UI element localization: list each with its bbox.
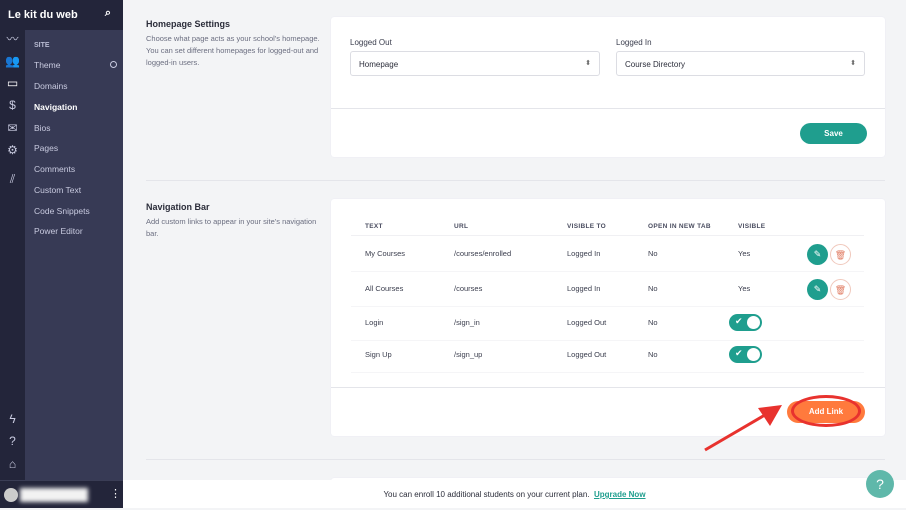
sidebar-item-theme[interactable]: Theme — [34, 60, 60, 70]
sidebar-item-pages[interactable]: Pages — [34, 143, 58, 153]
delete-button[interactable]: 🗑 — [830, 279, 851, 300]
cell-visible-to: Logged Out — [567, 350, 607, 359]
cell-visible: Yes — [738, 284, 751, 293]
logged-in-select[interactable]: Course Directory ⬍ — [616, 51, 865, 76]
avatar — [4, 488, 18, 502]
column-header: URL — [454, 223, 469, 230]
analytics-icon[interactable]: 〰 — [5, 32, 20, 47]
cell-url: /courses — [454, 284, 483, 293]
cell-new-tab: No — [648, 350, 658, 359]
visible-toggle[interactable]: ✔ — [729, 346, 762, 363]
sidebar-item-bios[interactable]: Bios — [34, 123, 51, 133]
edit-button[interactable]: ✎ — [807, 279, 828, 300]
sales-icon[interactable]: $ — [5, 98, 20, 113]
sidebar-item-power-editor[interactable]: Power Editor — [34, 226, 83, 236]
navigation-card: TEXT URL VISIBLE TO OPEN IN NEW TAB VISI… — [331, 199, 885, 436]
cell-text: My Courses — [365, 249, 406, 258]
logged-out-label: Logged Out — [350, 38, 392, 47]
check-icon: ✔ — [735, 316, 743, 326]
cell-url: /sign_in — [454, 318, 480, 327]
row-divider — [351, 372, 864, 373]
divider — [351, 235, 864, 236]
lightning-icon[interactable]: ϟ — [5, 412, 20, 427]
sidebar-section-label: SITE — [34, 42, 50, 49]
logged-in-label: Logged In — [616, 38, 652, 47]
save-button[interactable]: Save — [800, 123, 867, 144]
app-header: Le kit du web ⌕ — [0, 0, 123, 30]
email-icon[interactable]: ✉ — [5, 121, 20, 136]
section-description: Choose what page acts as your school's h… — [146, 34, 320, 67]
library-icon[interactable]: ⫽ — [5, 172, 20, 187]
edit-icon: ✎ — [813, 284, 822, 294]
section-title: Navigation Bar — [146, 202, 210, 212]
site-icon[interactable]: ▭ — [5, 76, 20, 91]
column-header: TEXT — [365, 223, 383, 230]
help-icon[interactable]: ? — [5, 434, 20, 449]
annotation-circle — [791, 395, 861, 427]
edit-icon: ✎ — [813, 249, 822, 259]
more-icon[interactable]: ⋮ — [110, 487, 121, 500]
edit-button[interactable]: ✎ — [807, 244, 828, 265]
graduation-icon[interactable]: ⌂ — [5, 457, 20, 472]
homepage-card: Logged Out Homepage ⬍ Logged In Course Di… — [331, 17, 885, 157]
cell-new-tab: No — [648, 249, 658, 258]
footer-message: You can enroll 10 additional students on… — [383, 490, 590, 499]
search-icon[interactable]: ⌕ — [105, 7, 111, 20]
divider — [146, 180, 885, 181]
visible-toggle[interactable]: ✔ — [729, 314, 762, 331]
cell-text: All Courses — [365, 284, 404, 293]
cell-text: Sign Up — [365, 350, 392, 359]
settings-icon[interactable]: ⚙ — [5, 143, 20, 158]
logged-out-select[interactable]: Homepage ⬍ — [350, 51, 600, 76]
sidebar-item-domains[interactable]: Domains — [34, 81, 68, 91]
column-header: VISIBLE — [738, 223, 766, 230]
row-divider — [351, 271, 864, 272]
sidebar-item-navigation[interactable]: Navigation — [34, 102, 77, 112]
section-title: Homepage Settings — [146, 19, 231, 29]
users-icon[interactable]: 👥 — [5, 54, 20, 69]
cell-url: /courses/enrolled — [454, 249, 512, 258]
divider — [331, 108, 885, 109]
cell-visible: Yes — [738, 249, 751, 258]
sidebar-item-comments[interactable]: Comments — [34, 164, 75, 174]
annotation-arrow — [704, 405, 782, 452]
delete-button[interactable]: 🗑 — [830, 244, 851, 265]
column-header: OPEN IN NEW TAB — [648, 223, 711, 230]
cell-visible-to: Logged In — [567, 284, 601, 293]
check-icon: ✔ — [735, 348, 743, 358]
cell-text: Login — [365, 318, 384, 327]
cell-new-tab: No — [648, 318, 658, 327]
sidebar — [25, 30, 123, 480]
trash-icon: 🗑 — [834, 285, 847, 295]
user-menu[interactable]: ⋮ — [0, 480, 123, 508]
divider — [146, 459, 885, 460]
cell-visible-to: Logged Out — [567, 318, 607, 327]
trash-icon: 🗑 — [834, 250, 847, 260]
cell-new-tab: No — [648, 284, 658, 293]
cell-visible-to: Logged In — [567, 249, 601, 258]
help-button[interactable]: ? — [866, 470, 894, 498]
sidebar-item-custom-text[interactable]: Custom Text — [34, 185, 81, 195]
status-circle-icon — [110, 61, 117, 68]
select-caret-icon: ⬍ — [850, 60, 856, 67]
app-title: Le kit du web — [8, 9, 78, 21]
sidebar-item-code-snippets[interactable]: Code Snippets — [34, 206, 90, 216]
upgrade-link[interactable]: Upgrade Now — [594, 490, 646, 499]
selected-value: Course Directory — [625, 60, 686, 69]
row-divider — [351, 306, 864, 307]
selected-value: Homepage — [359, 60, 399, 69]
divider — [331, 387, 885, 388]
cell-url: /sign_up — [454, 350, 483, 359]
footer-banner: You can enroll 10 additional students on… — [123, 480, 906, 508]
select-caret-icon: ⬍ — [585, 60, 591, 67]
section-description: Add custom links to appear in your site'… — [146, 217, 317, 238]
column-header: VISIBLE TO — [567, 223, 606, 230]
row-divider — [351, 340, 864, 341]
blurred-username — [20, 488, 88, 502]
